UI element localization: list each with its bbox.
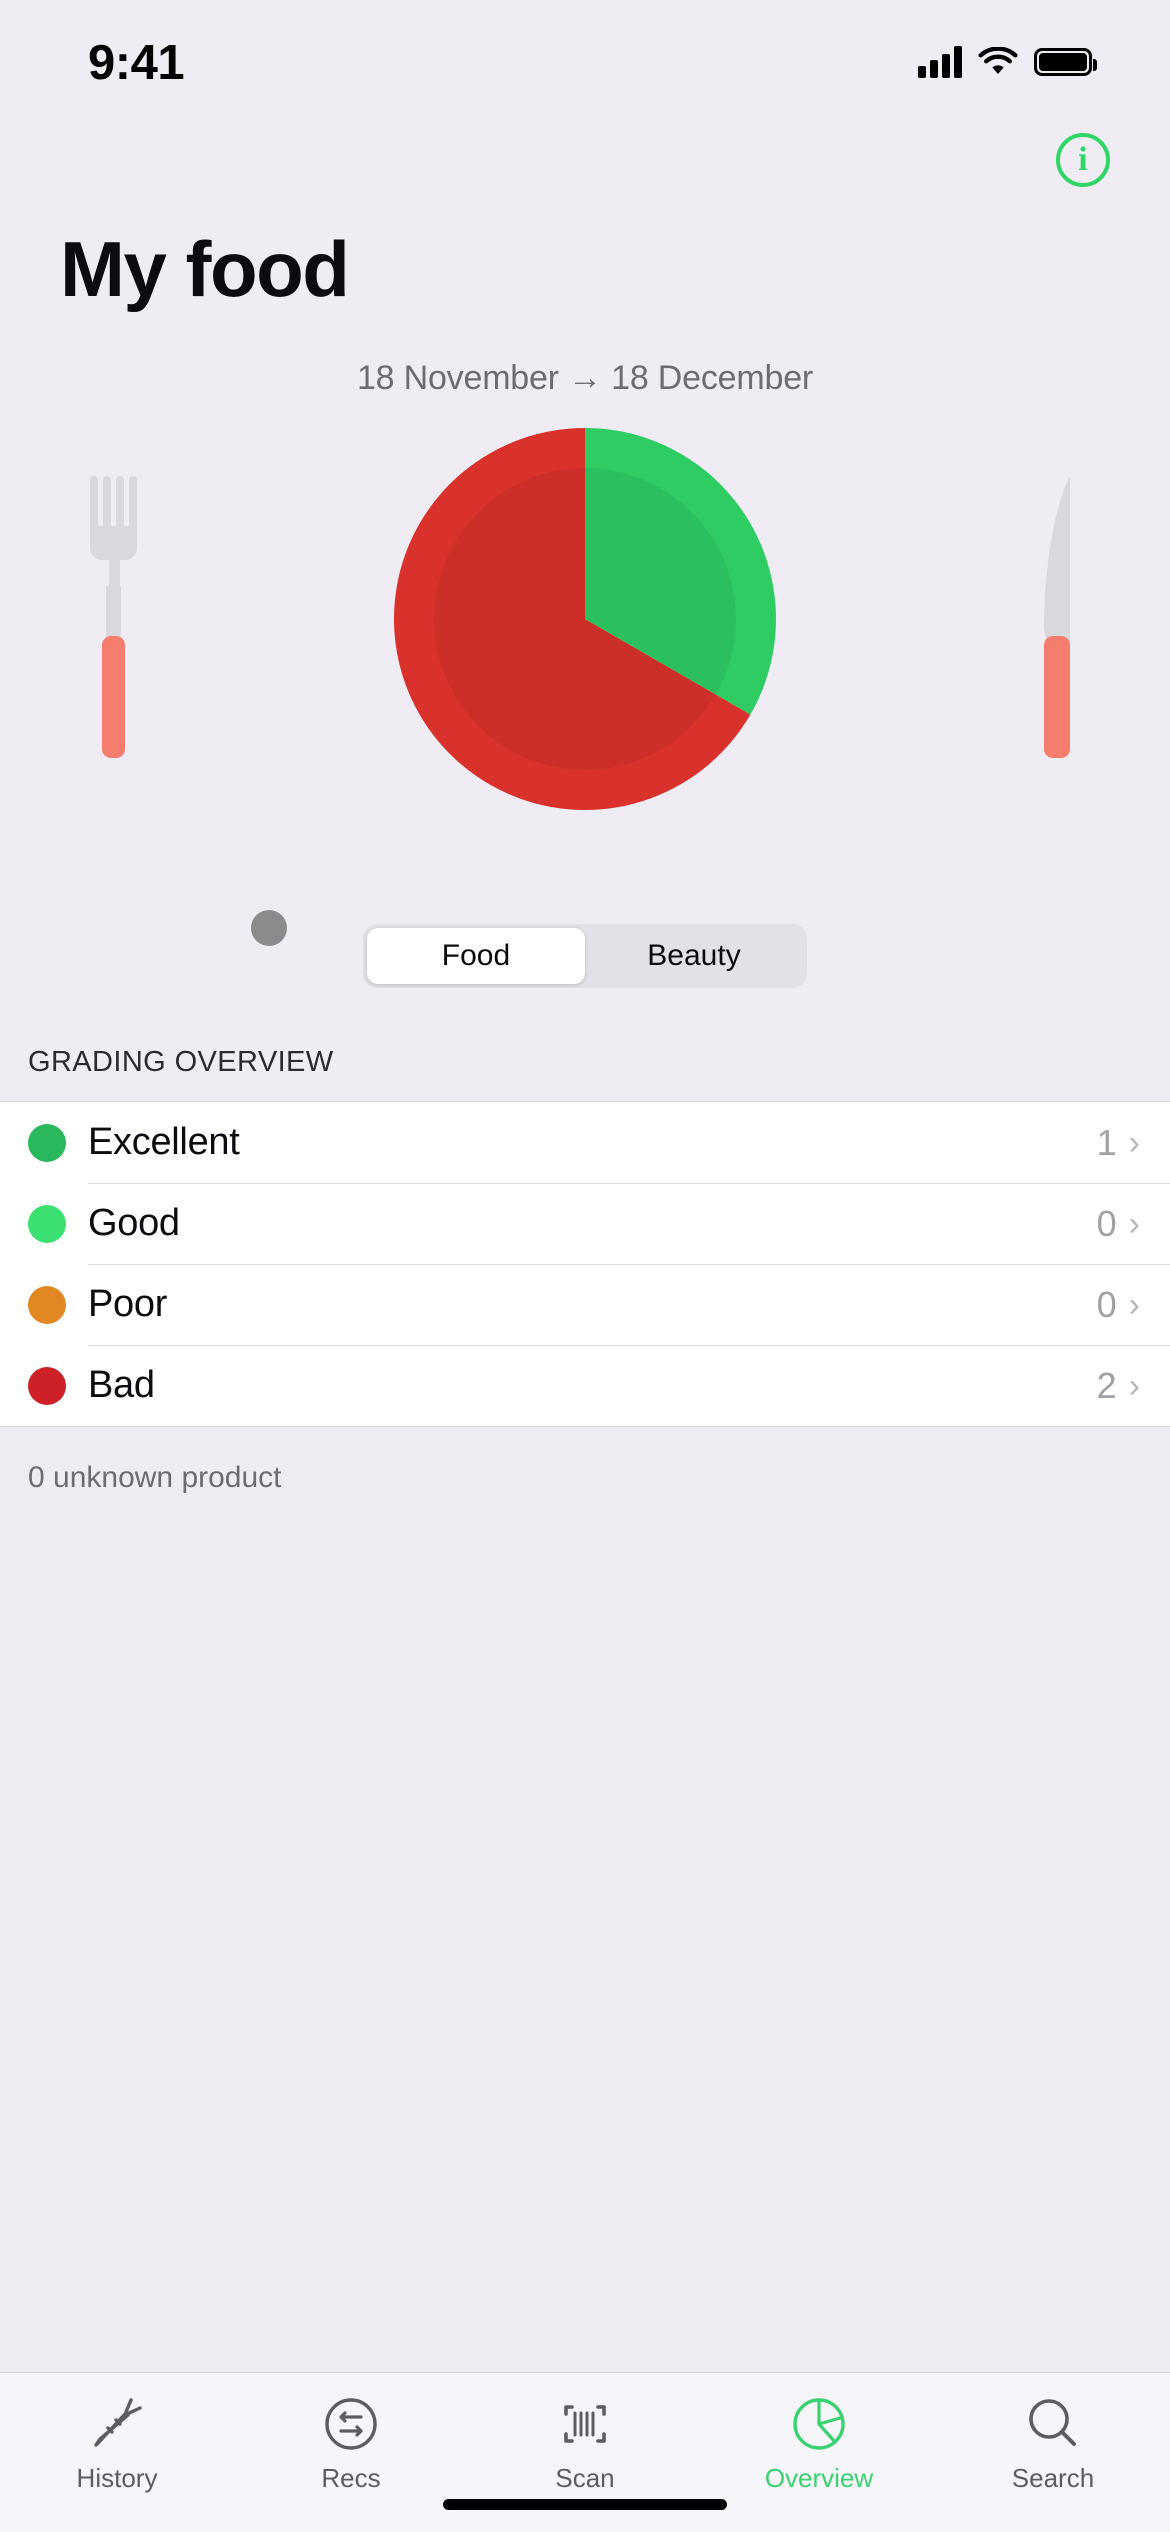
touch-cursor-indicator [251, 910, 287, 946]
grade-count: 0 [1096, 1202, 1117, 1244]
swap-arrows-circle-icon [325, 2398, 377, 2450]
table-row[interactable]: Bad 2 › [0, 1345, 1170, 1426]
tab-overview[interactable]: Overview [702, 2393, 936, 2494]
table-row[interactable]: Excellent 1 › [0, 1102, 1170, 1183]
status-bar: 9:41 [0, 0, 1170, 118]
grade-label: Good [88, 1202, 180, 1244]
tab-label: Search [1011, 2463, 1095, 2493]
pie-chart-svg [394, 428, 776, 810]
segment-food[interactable]: Food [367, 928, 585, 984]
cellular-bars-icon [918, 46, 962, 78]
segmented-control: Food Beauty [363, 924, 807, 988]
info-circle-icon[interactable]: i [1056, 133, 1110, 187]
chevron-right-icon: › [1128, 1366, 1140, 1405]
grade-color-dot [28, 1204, 66, 1243]
app-screen: 9:41 i My food 18 November → 18 December [0, 0, 1170, 2532]
table-row[interactable]: Poor 0 › [0, 1264, 1170, 1345]
nav-bar: i [0, 118, 1170, 202]
tab-label: Recs [321, 2463, 381, 2493]
tab-label: Overview [764, 2463, 874, 2493]
tab-label: Scan [555, 2463, 615, 2493]
category-toggle: Food Beauty [0, 868, 1170, 988]
grade-label: Excellent [88, 1121, 240, 1163]
plate-chart-area [0, 428, 1170, 868]
segment-beauty[interactable]: Beauty [585, 928, 803, 984]
home-indicator [443, 2499, 727, 2510]
magnifier-icon [1029, 2399, 1076, 2446]
grade-color-dot [28, 1366, 66, 1405]
chevron-right-icon: › [1128, 1204, 1140, 1243]
carrot-icon [94, 2398, 142, 2447]
chevron-right-icon: › [1128, 1285, 1140, 1324]
tab-label: History [76, 2463, 158, 2493]
unknown-product-note: 0 unknown product [28, 1461, 282, 1494]
grade-count: 2 [1096, 1364, 1117, 1406]
grade-label: Bad [88, 1364, 155, 1406]
knife-icon [1044, 476, 1070, 758]
chevron-right-icon: › [1128, 1123, 1140, 1162]
table-row[interactable]: Good 0 › [0, 1183, 1170, 1264]
grading-section-title: GRADING OVERVIEW [28, 1046, 334, 1078]
battery-full-icon [1034, 48, 1097, 76]
barcode-scan-icon [564, 2405, 606, 2443]
grading-list: Excellent 1 › Good 0 › Poor 0 › Bad 2 › [0, 1101, 1170, 1427]
tab-search[interactable]: Search [936, 2393, 1170, 2494]
grade-count: 1 [1096, 1121, 1117, 1163]
pie-chart-icon [793, 2398, 845, 2450]
status-bar-indicators [918, 40, 1097, 78]
pie-chart[interactable] [394, 428, 776, 810]
page-title: My food [60, 225, 350, 313]
grade-color-dot [28, 1123, 66, 1162]
tab-history[interactable]: History [0, 2393, 234, 2494]
wifi-icon [978, 47, 1018, 74]
tab-scan[interactable]: Scan [468, 2393, 702, 2494]
grade-count: 0 [1096, 1283, 1117, 1325]
tab-recs[interactable]: Recs [234, 2393, 468, 2494]
status-bar-time: 9:41 [88, 36, 185, 90]
fork-icon [90, 476, 137, 758]
grade-label: Poor [88, 1283, 168, 1325]
grade-color-dot [28, 1285, 66, 1324]
date-range-label: 18 November → 18 December [356, 359, 814, 397]
